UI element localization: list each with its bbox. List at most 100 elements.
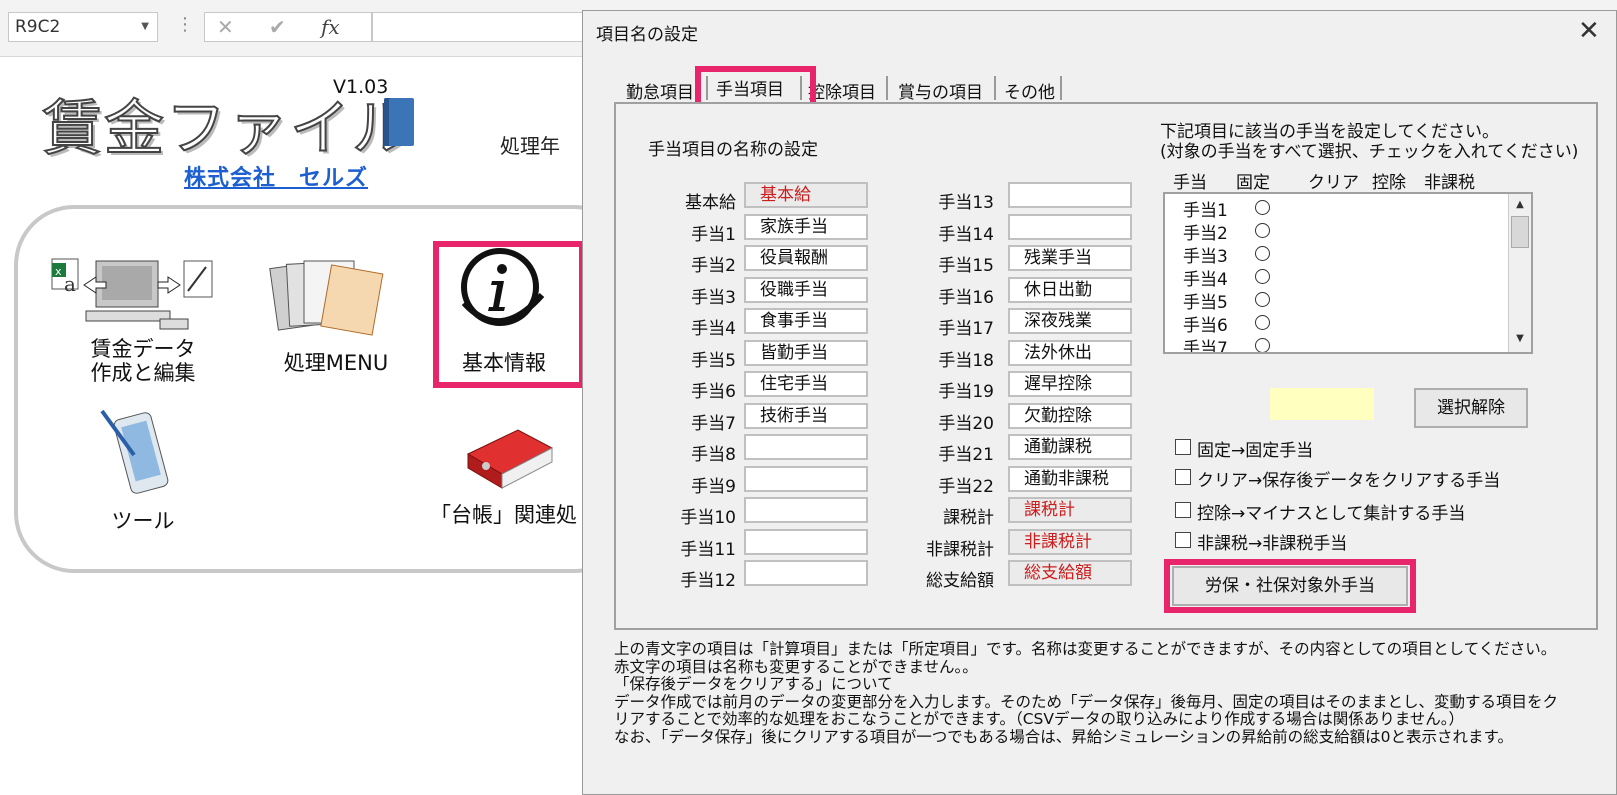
col-header-nontaxable: 非課税 <box>1424 173 1475 193</box>
allowance-name-input[interactable] <box>744 434 868 460</box>
allowance-name-input[interactable]: 法外休出 <box>1008 339 1132 366</box>
computer-transfer-icon: x a <box>51 258 213 330</box>
checkbox-label: 控除→マイナスとして集計する手当 <box>1197 504 1466 524</box>
allowance-name-input: 基本給 <box>744 182 868 208</box>
col-header-allowance: 手当 <box>1173 173 1207 193</box>
checkbox[interactable] <box>1175 532 1191 548</box>
allowance-name-input[interactable] <box>744 528 868 555</box>
list-item[interactable]: 手当4 <box>1183 265 1228 290</box>
deselect-button[interactable]: 選択解除 <box>1414 388 1528 428</box>
allowance-name-label: 手当20 <box>938 413 994 434</box>
checkbox[interactable] <box>1175 439 1191 455</box>
allowance-name-input[interactable]: 通勤課税 <box>1008 434 1132 460</box>
list-scrollbar[interactable]: ▲ ▼ <box>1508 194 1531 352</box>
allowance-name-input[interactable] <box>744 560 868 586</box>
allowance-name-input[interactable]: 休日出勤 <box>1008 276 1132 303</box>
tab-other[interactable]: その他 <box>1004 78 1055 103</box>
color-swatch <box>1270 388 1374 420</box>
list-item[interactable]: 手当1 <box>1183 196 1228 221</box>
list-item[interactable]: 手当2 <box>1183 219 1228 244</box>
allowance-list[interactable]: ▲ ▼ 手当1 手当2 手当3 手当4 手当5 手当6 手当7 <box>1163 192 1533 354</box>
radio-icon[interactable] <box>1255 269 1270 284</box>
allowance-name-input[interactable]: 食事手当 <box>744 308 868 334</box>
col-header-deduction: 控除 <box>1372 173 1406 193</box>
note-line: リアすることで効率的な処理をおこなうことができます。（CSVデータの取り込みによ… <box>614 710 1464 728</box>
ledger-tile[interactable] <box>458 424 558 504</box>
allowance-name-label: 手当11 <box>680 539 736 560</box>
allowance-name-label: 手当9 <box>691 476 736 497</box>
note-line: 赤文字の項目は名称も変更することができません。。 <box>614 657 978 676</box>
list-item[interactable]: 手当3 <box>1183 242 1228 267</box>
allowance-name-input[interactable] <box>1008 213 1132 240</box>
scroll-thumb[interactable] <box>1511 216 1529 248</box>
allowance-name-label: 課税計 <box>943 508 994 528</box>
allowance-name-label: 手当15 <box>938 256 994 276</box>
company-link[interactable]: 株式会社 セルズ <box>184 160 368 192</box>
allowance-name-input[interactable]: 皆勤手当 <box>744 339 868 366</box>
svg-text:x: x <box>55 265 62 278</box>
tool-tile[interactable] <box>94 405 184 505</box>
allowance-name-input[interactable]: 家族手当 <box>744 213 868 240</box>
list-item[interactable]: 手当7 <box>1183 334 1228 352</box>
close-icon[interactable]: ✕ <box>1578 16 1600 46</box>
tab-deduction[interactable]: 控除項目 <box>808 78 876 103</box>
dialog-title: 項目名の設定 <box>596 25 698 45</box>
fx-icon[interactable]: fx <box>321 15 340 39</box>
allowance-name-label: 手当3 <box>691 287 736 308</box>
allowance-name-label: 手当7 <box>691 413 736 434</box>
allowance-name-input[interactable]: 欠勤控除 <box>1008 402 1132 429</box>
tool-label: ツール <box>111 509 175 533</box>
radio-icon[interactable] <box>1255 200 1270 215</box>
allowance-name-input[interactable]: 役職手当 <box>744 276 868 303</box>
allowance-name-input[interactable]: 通勤非課税 <box>1008 465 1132 492</box>
checkbox[interactable] <box>1175 469 1191 485</box>
tab-divider <box>994 76 996 100</box>
allowance-name-input[interactable] <box>744 465 868 492</box>
menu-label: 処理MENU <box>283 351 389 375</box>
radio-icon[interactable] <box>1255 292 1270 307</box>
radio-icon[interactable] <box>1255 338 1270 352</box>
allowance-name-input[interactable]: 遅早控除 <box>1008 371 1132 397</box>
allowance-name-label: 手当16 <box>938 287 994 308</box>
tab-bonus[interactable]: 賞与の項目 <box>898 78 983 103</box>
radio-icon[interactable] <box>1255 223 1270 238</box>
formula-buttons: ✕ ✔ fx <box>204 12 372 42</box>
wage-data-label: 賃金データ 作成と編集 <box>90 337 196 385</box>
check-icon[interactable]: ✔ <box>269 15 286 39</box>
list-item[interactable]: 手当5 <box>1183 288 1228 313</box>
allowance-name-input[interactable] <box>1008 182 1132 208</box>
allowance-name-label: 手当10 <box>680 508 736 528</box>
name-box-value: R9C2 <box>15 17 61 37</box>
tab-attendance[interactable]: 勤怠項目 <box>626 78 694 103</box>
radio-icon[interactable] <box>1255 315 1270 330</box>
name-box[interactable]: R9C2 ▼ <box>8 12 158 42</box>
cancel-icon[interactable]: ✕ <box>217 15 234 39</box>
col-header-clear: クリア <box>1308 173 1359 193</box>
allowance-name-label: 手当2 <box>691 256 736 276</box>
allowance-name-input[interactable]: 深夜残業 <box>1008 308 1132 334</box>
more-options-icon[interactable]: ⋮ <box>176 14 194 35</box>
note-line: 上の青文字の項目は「計算項目」または「所定項目」です。名称は変更することができま… <box>614 640 1557 658</box>
binder-icon <box>466 429 554 489</box>
list-item[interactable]: 手当6 <box>1183 311 1228 336</box>
ledger-label: 「台帳」関連処 <box>430 503 577 527</box>
scroll-up-icon[interactable]: ▲ <box>1511 196 1529 214</box>
allowance-name-label: 手当14 <box>938 224 994 245</box>
scroll-down-icon[interactable]: ▼ <box>1511 330 1529 348</box>
allowance-name-input[interactable]: 役員報酬 <box>744 245 868 271</box>
allowance-name-input[interactable]: 技術手当 <box>744 402 868 429</box>
allowance-name-label: 手当8 <box>691 445 736 465</box>
allowance-name-label: 手当21 <box>938 445 994 465</box>
chevron-down-icon[interactable]: ▼ <box>141 13 149 41</box>
allowance-name-label: 手当12 <box>680 571 736 591</box>
allowance-name-label: 手当19 <box>938 382 994 402</box>
documents-icon <box>269 260 384 336</box>
checkbox[interactable] <box>1175 502 1191 518</box>
allowance-name-input: 総支給額 <box>1008 560 1132 586</box>
allowance-name-input[interactable]: 住宅手当 <box>744 371 868 397</box>
basic-info-highlight <box>433 241 585 388</box>
radio-icon[interactable] <box>1255 246 1270 261</box>
allowance-name-input[interactable] <box>744 497 868 523</box>
checkbox-label: 非課税→非課税手当 <box>1197 534 1348 554</box>
allowance-name-input[interactable]: 残業手当 <box>1008 245 1132 271</box>
